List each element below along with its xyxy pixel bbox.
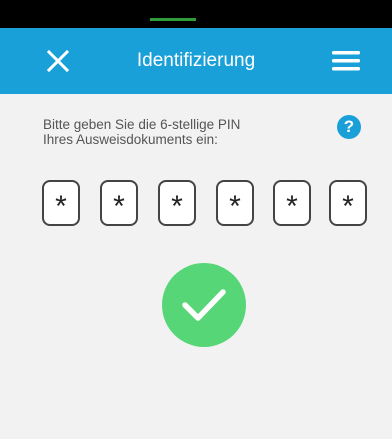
pin-digit-3[interactable]: * bbox=[158, 180, 196, 226]
pin-digit-5[interactable]: * bbox=[273, 180, 311, 226]
checkmark-icon bbox=[182, 289, 226, 321]
pin-digit-2[interactable]: * bbox=[100, 180, 138, 226]
status-bar bbox=[0, 0, 392, 28]
help-button[interactable]: ? bbox=[337, 115, 361, 139]
app-header: Identifizierung bbox=[0, 28, 392, 94]
pin-digit-6[interactable]: * bbox=[329, 180, 367, 226]
instruction-line-2: Ihres Ausweisdokuments ein: bbox=[43, 132, 218, 147]
pin-digit-4[interactable]: * bbox=[216, 180, 254, 226]
pin-instruction: Bitte geben Sie die 6-stellige PIN Ihres… bbox=[43, 117, 313, 147]
hamburger-menu-icon bbox=[332, 51, 360, 71]
pin-input-row: * * * * * * bbox=[42, 180, 372, 230]
menu-button[interactable] bbox=[328, 45, 364, 77]
help-icon: ? bbox=[343, 117, 355, 136]
success-indicator bbox=[162, 263, 246, 347]
identification-screen: Identifizierung Bitte geben Sie die 6-st… bbox=[0, 0, 392, 439]
pin-digit-1[interactable]: * bbox=[42, 180, 80, 226]
instruction-line-1: Bitte geben Sie die 6-stellige PIN bbox=[43, 117, 241, 132]
